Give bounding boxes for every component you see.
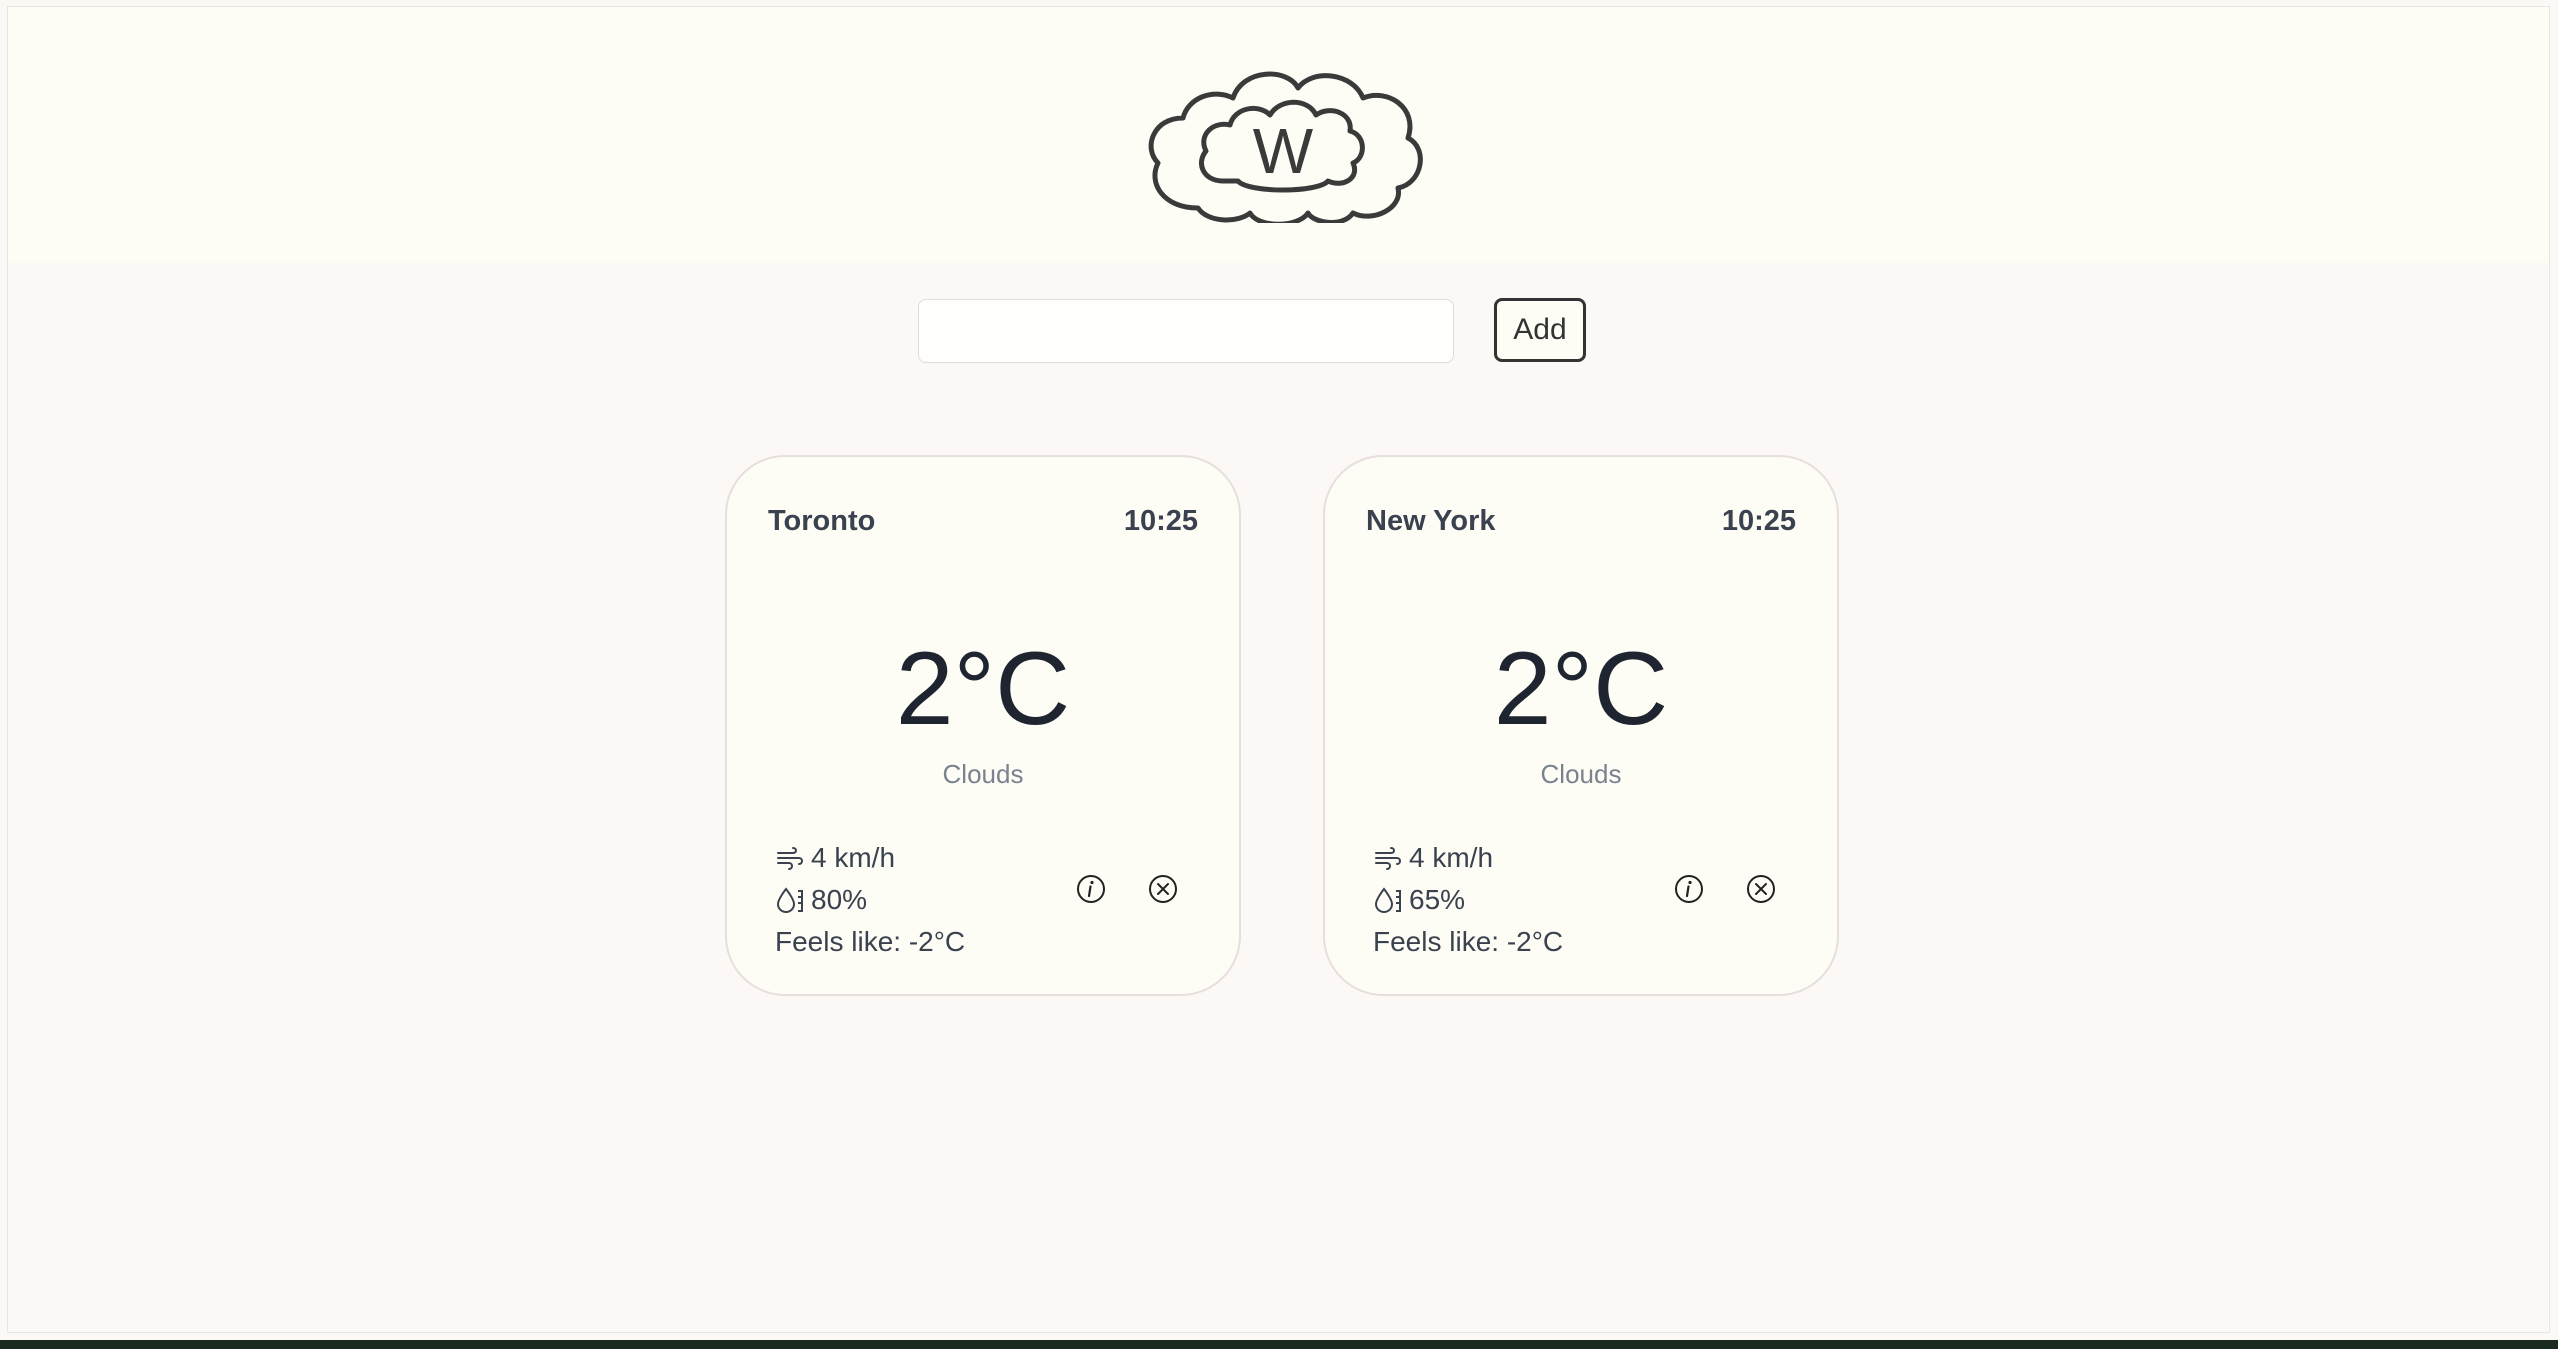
weather-condition: Clouds [1540, 759, 1622, 789]
feels-like: Feels like: -2°C [775, 926, 966, 957]
feels-like: Feels like: -2°C [1373, 926, 1564, 957]
city-name: New York [1366, 505, 1496, 537]
weather-details: 4 km/h 65% Feels like: -2°C [1373, 837, 1563, 963]
temperature: 2°C [895, 631, 1071, 747]
humidity-drop-icon [776, 887, 803, 914]
humidity-value: 65% [1409, 884, 1466, 915]
temperature: 2°C [1493, 631, 1669, 747]
info-icon[interactable] [1075, 873, 1107, 905]
feels-like-row: Feels like: -2°C [1373, 921, 1563, 963]
close-icon[interactable] [1745, 873, 1777, 905]
city-name: Toronto [768, 505, 876, 537]
weather-details: 4 km/h 80% Feels like: -2°C [775, 837, 965, 963]
wind-icon [1375, 847, 1401, 870]
local-time: 10:25 [1721, 505, 1796, 537]
window-bottom-edge [0, 1340, 2558, 1349]
feels-like-row: Feels like: -2°C [775, 921, 965, 963]
wind-row: 4 km/h [1373, 837, 1563, 879]
weather-card: Toronto 10:25 2°C Clouds 4 km/h 80% Feel… [725, 455, 1241, 996]
humidity-value: 80% [811, 884, 868, 915]
local-time: 10:25 [1123, 505, 1198, 537]
close-icon[interactable] [1147, 873, 1179, 905]
wind-icon [777, 847, 803, 870]
city-search-input[interactable] [918, 299, 1454, 363]
add-city-form: Add [8, 292, 2549, 363]
logo-letter: W [1253, 115, 1314, 187]
weather-condition: Clouds [942, 759, 1024, 789]
app-frame: W Add Toronto 10:25 2°C Clouds 4 km/h 80… [7, 6, 2550, 1333]
humidity-row: 65% [1373, 879, 1563, 921]
humidity-row: 80% [775, 879, 965, 921]
wind-speed: 4 km/h [811, 842, 896, 873]
info-icon[interactable] [1673, 873, 1705, 905]
header: W [8, 7, 2549, 263]
humidity-drop-icon [1374, 887, 1401, 914]
cloud-logo-icon: W [1148, 71, 1423, 223]
weather-card: New York 10:25 2°C Clouds 4 km/h 65% Fee… [1323, 455, 1839, 996]
wind-row: 4 km/h [775, 837, 965, 879]
add-button[interactable]: Add [1494, 298, 1586, 362]
wind-speed: 4 km/h [1409, 842, 1494, 873]
